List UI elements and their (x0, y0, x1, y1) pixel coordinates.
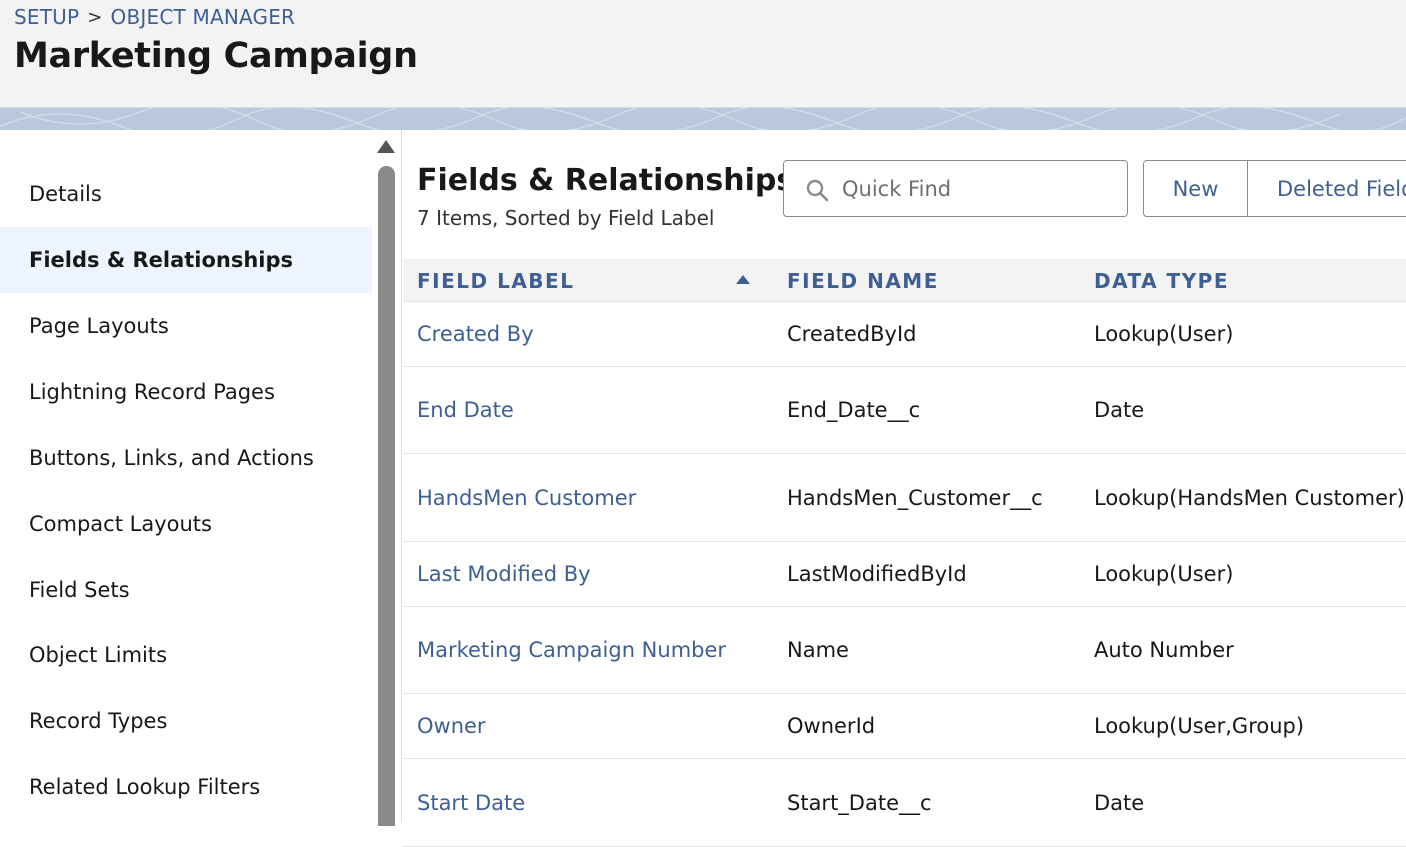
field-name-cell: Start_Date__c (787, 790, 932, 815)
search-icon (806, 179, 829, 202)
sidebar-scrollbar[interactable] (378, 166, 395, 826)
sidebar-item-details[interactable]: Details (0, 161, 372, 227)
field-name-cell: End_Date__c (787, 398, 921, 422)
new-field-button[interactable]: New (1144, 161, 1248, 216)
field-name-cell: HandsMen_Customer__c (787, 485, 1043, 510)
breadcrumb-object-manager-link[interactable]: OBJECT MANAGER (111, 5, 296, 29)
field-label-link[interactable]: Owner (417, 694, 486, 758)
data-type-cell: Auto Number (1094, 638, 1234, 662)
column-header-data-type[interactable]: DATA TYPE (1094, 259, 1229, 302)
table-row: Last Modified By LastModifiedById Lookup… (403, 542, 1406, 607)
sidebar: Details Fields & Relationships Page Layo… (0, 130, 402, 826)
data-type-cell: Lookup(User,Group) (1094, 714, 1305, 738)
breadcrumb: SETUP > OBJECT MANAGER (14, 5, 295, 29)
field-label-link[interactable]: Marketing Campaign Number (417, 607, 726, 693)
field-name-cell: OwnerId (787, 714, 876, 738)
deleted-fields-button[interactable]: Deleted Fields (1248, 161, 1406, 216)
table-row: Marketing Campaign Number Name Auto Numb… (403, 607, 1406, 694)
table-header: FIELD LABEL FIELD NAME DATA TYPE (403, 259, 1406, 302)
table-row: Owner OwnerId Lookup(User,Group) (403, 694, 1406, 759)
column-header-field-label[interactable]: FIELD LABEL (417, 259, 574, 302)
data-type-cell: Lookup(HandsMen Customer) (1094, 485, 1405, 510)
sidebar-item-lightning-record-pages[interactable]: Lightning Record Pages (0, 359, 372, 425)
data-type-cell: Date (1094, 790, 1145, 815)
main-content: Fields & Relationships 7 Items, Sorted b… (403, 130, 1406, 847)
item-count-summary: 7 Items, Sorted by Field Label (417, 206, 715, 230)
section-title: Fields & Relationships (417, 163, 795, 198)
sidebar-item-fields-relationships[interactable]: Fields & Relationships (0, 227, 372, 293)
sidebar-item-buttons-links-actions[interactable]: Buttons, Links, and Actions (0, 425, 372, 491)
table-row: Start Date Start_Date__c Date (403, 759, 1406, 847)
field-label-link[interactable]: Start Date (417, 759, 525, 846)
quick-find-box (783, 160, 1128, 217)
quick-find-input[interactable] (842, 176, 1112, 201)
field-name-cell: LastModifiedById (787, 562, 967, 586)
field-name-cell: CreatedById (787, 322, 917, 346)
sidebar-item-record-types[interactable]: Record Types (0, 688, 372, 754)
table-row: Created By CreatedById Lookup(User) (403, 302, 1406, 367)
table-row: End Date End_Date__c Date (403, 367, 1406, 454)
field-name-cell: Name (787, 638, 849, 662)
action-button-group: New Deleted Fields (1143, 160, 1406, 217)
sort-ascending-icon[interactable] (736, 275, 750, 284)
page-title: Marketing Campaign (14, 36, 418, 76)
sidebar-item-related-lookup-filters[interactable]: Related Lookup Filters (0, 754, 372, 820)
breadcrumb-setup-link[interactable]: SETUP (14, 5, 79, 29)
sidebar-item-compact-layouts[interactable]: Compact Layouts (0, 491, 372, 557)
data-type-cell: Date (1094, 398, 1145, 422)
scroll-up-arrow-icon[interactable] (377, 140, 395, 153)
column-header-field-name[interactable]: FIELD NAME (787, 259, 939, 302)
table-row: HandsMen Customer HandsMen_Customer__c L… (403, 454, 1406, 542)
field-label-link[interactable]: End Date (417, 367, 514, 453)
page-header: SETUP > OBJECT MANAGER Marketing Campaig… (0, 0, 1406, 108)
field-label-link[interactable]: Created By (417, 302, 534, 366)
sidebar-item-field-sets[interactable]: Field Sets (0, 557, 372, 623)
decorative-banner (0, 108, 1406, 130)
field-label-link[interactable]: HandsMen Customer (417, 454, 636, 541)
data-type-cell: Lookup(User) (1094, 562, 1234, 586)
sidebar-item-object-limits[interactable]: Object Limits (0, 622, 372, 688)
field-label-link[interactable]: Last Modified By (417, 542, 591, 606)
sidebar-item-page-layouts[interactable]: Page Layouts (0, 293, 372, 359)
breadcrumb-separator: > (87, 6, 103, 28)
data-type-cell: Lookup(User) (1094, 322, 1234, 346)
